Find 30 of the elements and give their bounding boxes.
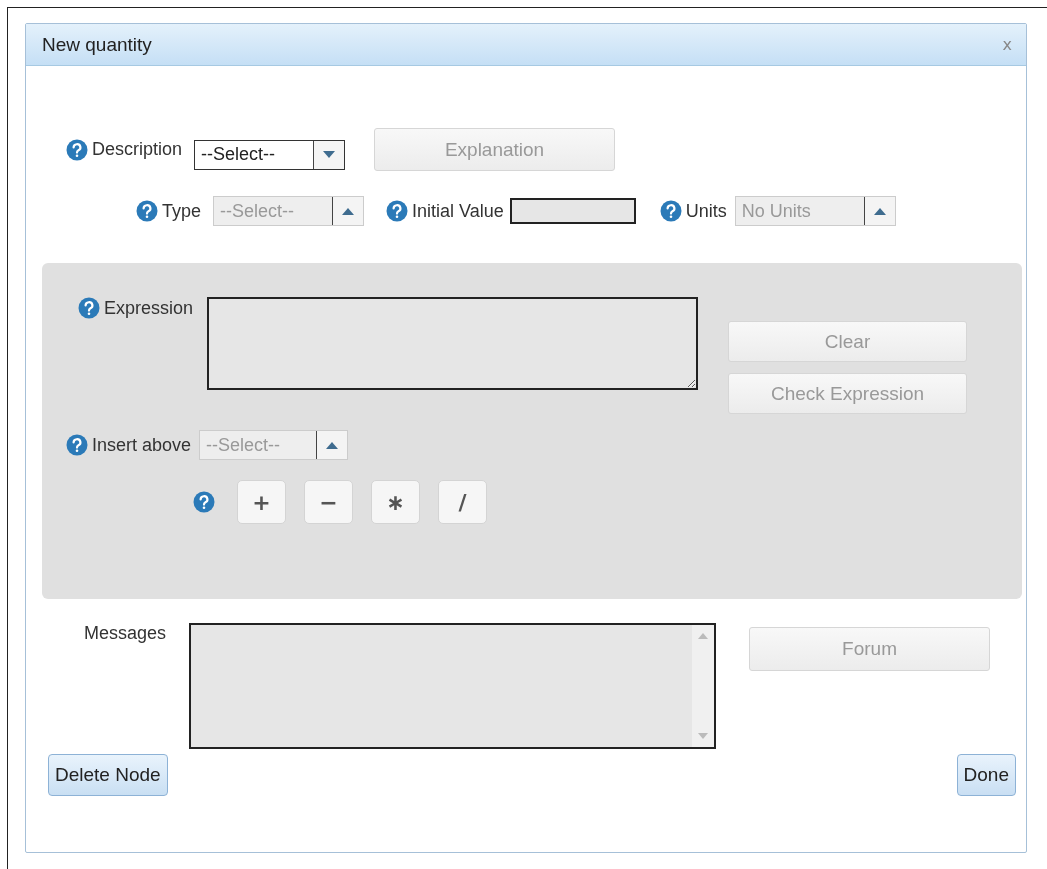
messages-field[interactable] xyxy=(189,623,717,749)
operator-button[interactable]: / xyxy=(438,480,487,524)
caret-down-icon xyxy=(323,150,336,159)
field-label: Initial Value xyxy=(412,200,504,222)
caret-up-icon xyxy=(342,207,355,215)
operator-button[interactable]: ∗ xyxy=(371,480,420,524)
help-icon[interactable] xyxy=(136,200,158,222)
footer-button[interactable]: Done xyxy=(956,754,1016,796)
footer-button[interactable]: Delete Node xyxy=(48,754,168,796)
help-icon[interactable] xyxy=(659,200,682,222)
field-label: Units xyxy=(685,200,727,222)
field-label: Description xyxy=(92,139,183,160)
help-icon[interactable] xyxy=(386,200,409,222)
select-dropdown[interactable]: --Select-- xyxy=(194,139,346,170)
window-title: New quantity xyxy=(42,33,152,56)
close-button[interactable]: x xyxy=(1002,35,1012,54)
help-icon[interactable] xyxy=(193,491,215,513)
caret-up-icon xyxy=(873,207,886,215)
operator-button[interactable]: − xyxy=(304,480,353,524)
field-label: Messages xyxy=(84,623,167,644)
field-label: Expression xyxy=(104,297,194,319)
field-label: Type xyxy=(162,200,202,222)
operator-button[interactable]: + xyxy=(237,480,286,524)
expression-field[interactable] xyxy=(207,297,699,390)
input-field[interactable] xyxy=(509,198,636,224)
caret-up-icon xyxy=(326,441,339,449)
field-label: Insert above xyxy=(92,434,192,456)
help-icon[interactable] xyxy=(66,138,88,161)
help-icon[interactable] xyxy=(66,434,88,456)
help-icon[interactable] xyxy=(78,297,100,319)
